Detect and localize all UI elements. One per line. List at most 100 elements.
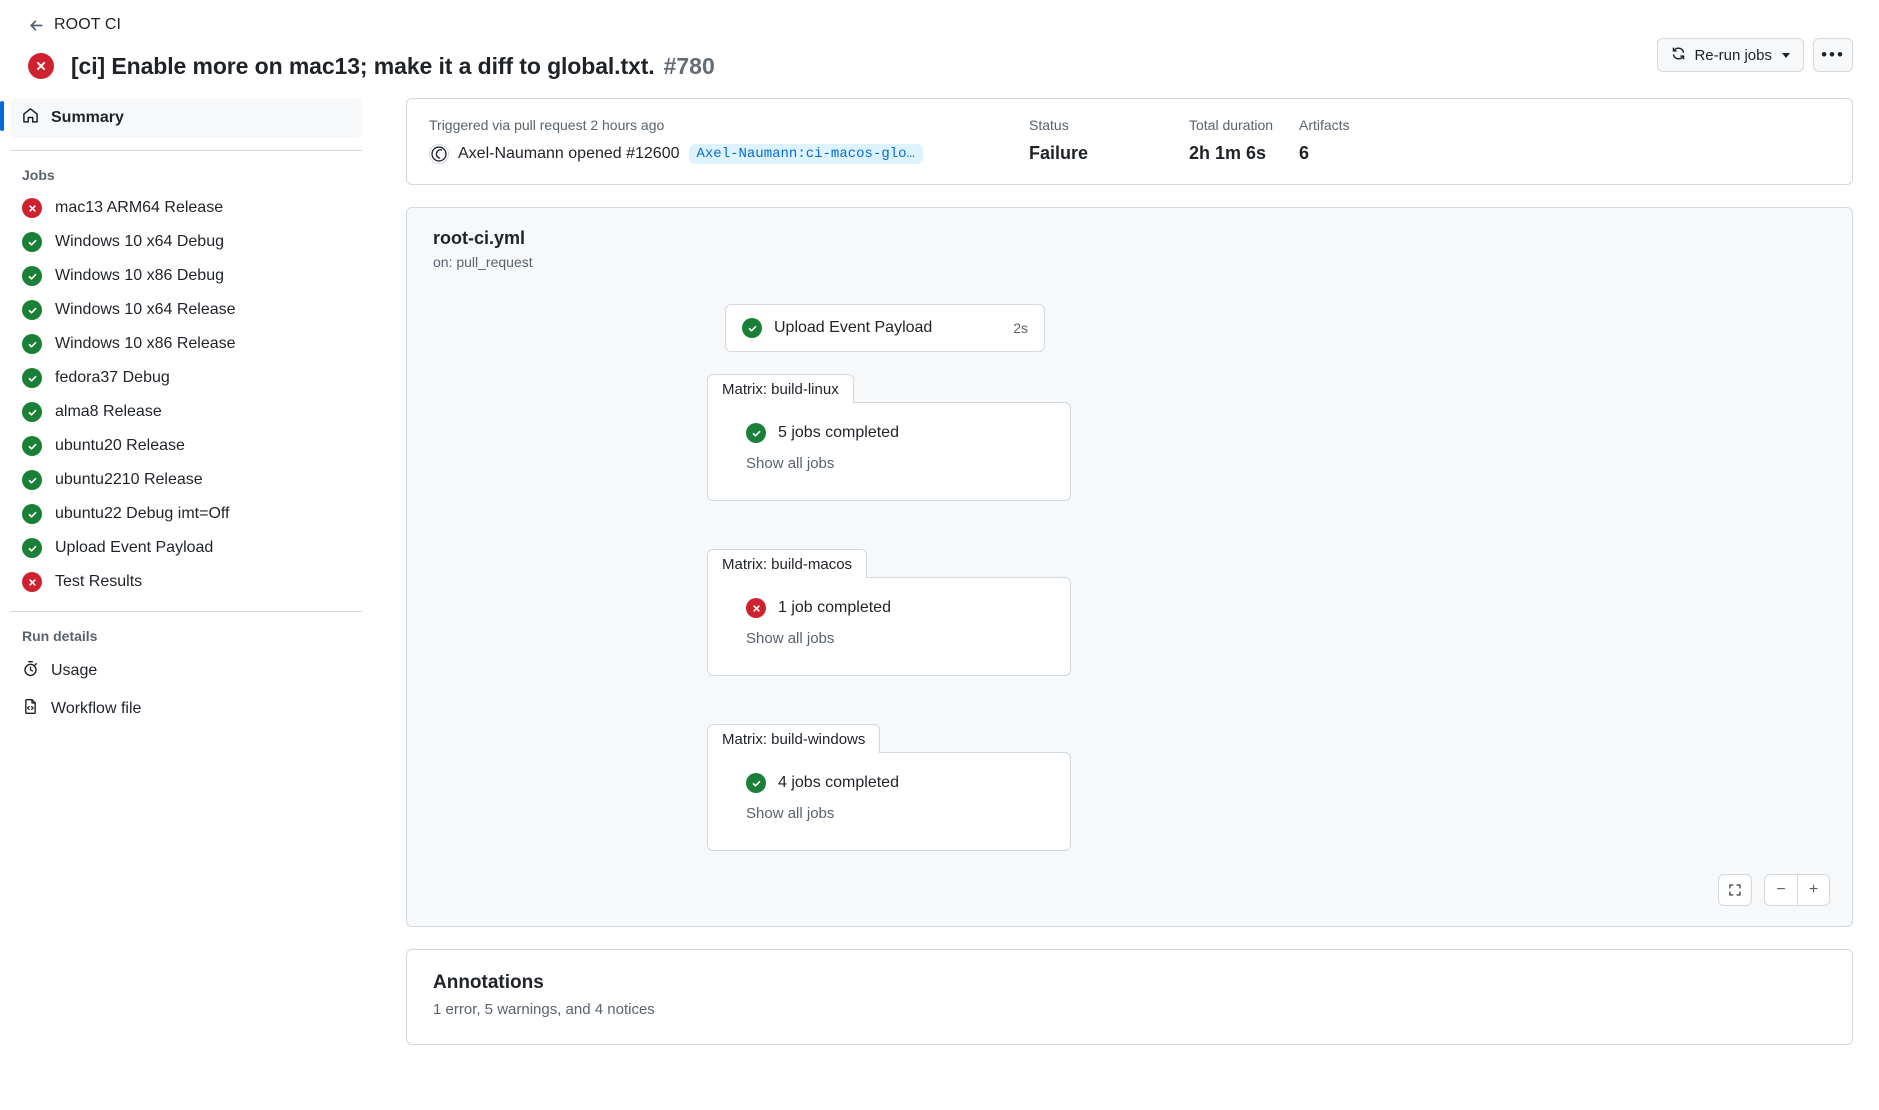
sidebar-job-label: fedora37 Debug <box>55 369 170 386</box>
sidebar-item-workflow-file[interactable]: Workflow file <box>0 690 390 728</box>
graph-node-upload-event-payload[interactable]: Upload Event Payload 2s <box>725 304 1045 352</box>
graph-matrix-tab[interactable]: Matrix: build-linux <box>707 374 854 403</box>
workflow-file-name: root-ci.yml <box>433 228 526 248</box>
graph-matrix-build-macos: Matrix: build-macos 1 job completed Show… <box>707 549 1071 676</box>
meta-artifacts-value[interactable]: 6 <box>1299 143 1459 164</box>
meta-duration-label: Total duration <box>1189 117 1274 133</box>
page-layout: Summary Jobs mac13 ARM64 Release Windows… <box>0 84 1879 1108</box>
sidebar-job-label: Windows 10 x64 Debug <box>55 233 224 250</box>
chevron-down-icon <box>1782 52 1790 58</box>
graph-matrix-summary: 4 jobs completed <box>778 774 899 791</box>
run-number: #780 <box>663 52 715 79</box>
annotations-title: Annotations <box>433 972 544 993</box>
workflow-trigger-event: on: pull_request <box>433 254 533 270</box>
run-actor-line: Axel-Naumann opened #12600 Axel-Naumann:… <box>429 144 1029 164</box>
status-icon-success <box>22 402 42 422</box>
status-icon-failure <box>22 198 42 218</box>
sidebar-job-item[interactable]: Test Results <box>0 565 390 599</box>
sidebar-job-item[interactable]: ubuntu20 Release <box>0 429 390 463</box>
graph-matrix-summary: 1 job completed <box>778 599 891 616</box>
zoom-out-button[interactable]: − <box>1765 875 1797 905</box>
sidebar-job-item[interactable]: Windows 10 x64 Release <box>0 293 390 327</box>
graph-matrix-status-row: 4 jobs completed <box>708 773 1070 793</box>
graph-controls: − + <box>1718 874 1830 906</box>
annotations-subtitle: 1 error, 5 warnings, and 4 notices <box>433 1001 655 1018</box>
rerun-jobs-button[interactable]: Re-run jobs <box>1657 38 1804 72</box>
graph-matrix-body: 4 jobs completed Show all jobs <box>707 752 1071 851</box>
status-icon-success <box>22 266 42 286</box>
status-icon-failure <box>22 572 42 592</box>
sidebar-job-label: Windows 10 x64 Release <box>55 301 236 318</box>
meta-column-status: Status Failure <box>1029 117 1189 164</box>
rerun-jobs-label: Re-run jobs <box>1694 46 1772 64</box>
header-actions: Re-run jobs ••• <box>1657 38 1853 72</box>
sidebar-job-label: ubuntu20 Release <box>55 437 185 454</box>
meta-column-duration: Total duration 2h 1m 6s <box>1189 117 1299 164</box>
status-icon-success <box>22 232 42 252</box>
status-icon-success <box>746 773 766 793</box>
page-header: ROOT CI [ci] Enable more on mac13; make … <box>0 0 1879 84</box>
fit-screen-icon <box>1719 875 1751 905</box>
graph-matrix-tab[interactable]: Matrix: build-windows <box>707 724 881 753</box>
graph-matrix-show-all-jobs[interactable]: Show all jobs <box>708 805 1070 822</box>
graph-matrix-status-row: 5 jobs completed <box>708 423 1070 443</box>
sidebar-job-item[interactable]: alma8 Release <box>0 395 390 429</box>
sidebar-job-item[interactable]: ubuntu2210 Release <box>0 463 390 497</box>
status-icon-success <box>22 504 42 524</box>
sidebar: Summary Jobs mac13 ARM64 Release Windows… <box>0 84 390 728</box>
arrow-left-icon <box>28 17 45 34</box>
sidebar-job-item[interactable]: Windows 10 x64 Debug <box>0 225 390 259</box>
meta-status-label: Status <box>1029 117 1069 133</box>
sidebar-job-item[interactable]: fedora37 Debug <box>0 361 390 395</box>
sidebar-job-label: ubuntu22 Debug imt=Off <box>55 505 230 522</box>
graph-matrix-build-linux: Matrix: build-linux 5 jobs completed Sho… <box>707 374 1071 501</box>
sidebar-jobs-list: mac13 ARM64 Release Windows 10 x64 Debug… <box>0 191 390 599</box>
run-actor-text[interactable]: Axel-Naumann opened #12600 <box>458 145 680 163</box>
user-avatar <box>429 144 449 164</box>
status-icon-success <box>746 423 766 443</box>
graph-matrix-build-windows: Matrix: build-windows 4 jobs completed S… <box>707 724 1071 851</box>
sidebar-item-usage[interactable]: Usage <box>0 652 390 690</box>
graph-matrix-body: 1 job completed Show all jobs <box>707 577 1071 676</box>
status-icon-success <box>22 470 42 490</box>
main-content: Triggered via pull request 2 hours ago A… <box>390 84 1879 1108</box>
more-options-button[interactable]: ••• <box>1813 38 1853 72</box>
run-meta-card: Triggered via pull request 2 hours ago A… <box>406 98 1853 185</box>
status-icon-success <box>22 334 42 354</box>
sidebar-job-label: Windows 10 x86 Release <box>55 335 236 352</box>
status-icon-success <box>22 538 42 558</box>
graph-matrix-show-all-jobs[interactable]: Show all jobs <box>708 630 1070 647</box>
sidebar-job-item[interactable]: Windows 10 x86 Release <box>0 327 390 361</box>
sidebar-job-item[interactable]: Windows 10 x86 Debug <box>0 259 390 293</box>
graph-matrix-body: 5 jobs completed Show all jobs <box>707 402 1071 501</box>
graph-matrix-show-all-jobs[interactable]: Show all jobs <box>708 455 1070 472</box>
sidebar-job-item[interactable]: ubuntu22 Debug imt=Off <box>0 497 390 531</box>
meta-column-artifacts: Artifacts 6 <box>1299 117 1459 164</box>
graph-zoom-controls: − + <box>1764 874 1830 906</box>
sidebar-section-jobs-label: Jobs <box>22 167 55 183</box>
branch-badge[interactable]: Axel-Naumann:ci-macos-glo… <box>688 144 923 164</box>
sidebar-job-item[interactable]: mac13 ARM64 Release <box>0 191 390 225</box>
zoom-in-button[interactable]: + <box>1797 875 1829 905</box>
breadcrumb-link-root-ci[interactable]: ROOT CI <box>54 16 121 34</box>
graph-fit-button[interactable] <box>1718 874 1752 906</box>
sidebar-job-label: Upload Event Payload <box>55 539 214 556</box>
status-icon-success <box>22 368 42 388</box>
status-icon-success <box>22 436 42 456</box>
file-code-icon <box>22 698 39 720</box>
home-icon <box>22 107 39 129</box>
sidebar-job-item[interactable]: Upload Event Payload <box>0 531 390 565</box>
graph-matrix-summary: 5 jobs completed <box>778 424 899 441</box>
status-icon-success <box>22 300 42 320</box>
sidebar-job-label: mac13 ARM64 Release <box>55 199 224 216</box>
run-status-icon-failure <box>28 53 54 79</box>
status-icon-failure <box>746 598 766 618</box>
kebab-icon: ••• <box>1821 45 1845 64</box>
run-title-row: [ci] Enable more on mac13; make it a dif… <box>0 36 1879 84</box>
sidebar-item-summary-label: Summary <box>51 109 124 126</box>
run-trigger-text: Triggered via pull request 2 hours ago <box>429 117 665 133</box>
meta-status-value: Failure <box>1029 143 1089 163</box>
graph-matrix-tab[interactable]: Matrix: build-macos <box>707 549 868 578</box>
sidebar-section-run-details-label: Run details <box>22 628 98 644</box>
sidebar-item-summary[interactable]: Summary <box>0 98 362 138</box>
